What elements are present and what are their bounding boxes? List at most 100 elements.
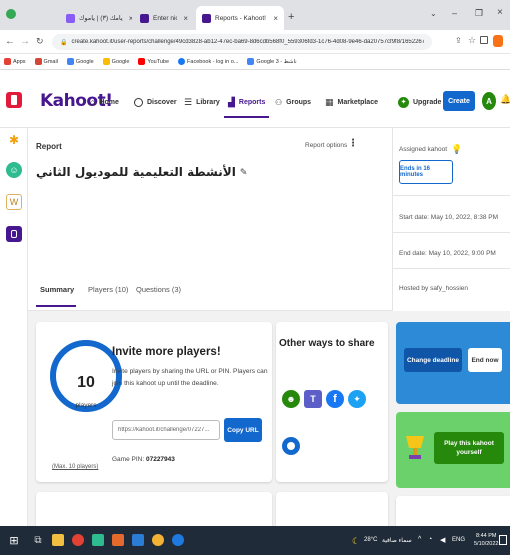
tab-favicon-icon <box>66 13 75 23</box>
lock-icon: 🔒 <box>60 39 68 46</box>
bookmark-apps[interactable]: Apps <box>4 58 26 65</box>
task-view-icon[interactable]: ⧉ <box>32 534 44 546</box>
edit-pencil-icon[interactable]: ✎ <box>240 167 248 178</box>
notification-bell-icon[interactable]: 🔔 <box>500 94 510 105</box>
divider <box>393 232 510 233</box>
maximize-icon[interactable]: ❐ <box>475 8 483 19</box>
windows-start-icon[interactable]: ⊞ <box>8 534 20 547</box>
report-options-kebab-icon[interactable]: ⋮ <box>348 138 358 149</box>
profile-extension-icon[interactable] <box>493 35 503 47</box>
app-icon[interactable] <box>92 534 104 546</box>
keyboard-lang[interactable]: ENG <box>452 537 465 543</box>
home-icon: ⌂ <box>90 97 96 107</box>
reload-icon[interactable]: ↻ <box>36 36 44 47</box>
report-options-label[interactable]: Report options <box>305 142 347 149</box>
nav-discover[interactable]: Discover <box>134 94 177 110</box>
tab-favicon-icon <box>140 13 149 23</box>
summary-card-partial <box>36 492 272 526</box>
kahoot-side-icon[interactable] <box>6 226 22 242</box>
back-icon[interactable]: ← <box>5 36 15 47</box>
bookmark-google-2[interactable]: Google <box>102 58 130 65</box>
app-icon[interactable] <box>112 534 124 546</box>
nav-groups[interactable]: ⚇ Groups <box>275 94 311 110</box>
close-tab-icon[interactable]: × <box>177 14 188 23</box>
bookmark-gmail[interactable]: Gmail <box>34 58 58 65</box>
user-avatar[interactable]: A <box>482 92 496 110</box>
upgrade-link[interactable]: ✦ Upgrade <box>398 94 441 110</box>
chrome-profile-icon[interactable] <box>152 534 164 546</box>
tab-search-icon[interactable]: ⌄ <box>430 9 437 18</box>
play-kahoot-button[interactable]: Play this kahoot yourself <box>434 432 504 464</box>
nav-marketplace-label: Marketplace <box>337 98 378 106</box>
end-now-button[interactable]: End now <box>468 348 502 372</box>
browser-profile-icon[interactable] <box>6 9 16 19</box>
word-icon[interactable] <box>132 534 144 546</box>
facebook-share-icon[interactable]: f <box>326 390 344 408</box>
kahoot-app-icon[interactable] <box>6 92 22 108</box>
file-explorer-icon[interactable] <box>52 534 64 546</box>
browser-tab-active[interactable]: Reports - Kahoot! × <box>196 6 284 30</box>
tab-summary[interactable]: Summary <box>40 285 74 294</box>
bookmark-google[interactable]: Google <box>66 58 94 65</box>
google-classroom-icon[interactable]: ☻ <box>282 390 300 408</box>
bookmark-star-icon[interactable]: ☆ <box>468 35 476 46</box>
edge-icon[interactable] <box>172 534 184 546</box>
bookmark-label: Google <box>111 58 130 65</box>
max-players-link[interactable]: (Max. 10 players) <box>52 464 98 470</box>
close-tab-icon[interactable]: × <box>267 14 278 23</box>
new-tab-icon[interactable]: + <box>288 11 294 23</box>
compass-icon <box>134 97 143 107</box>
lightbulb-icon: 💡 <box>451 144 463 154</box>
weather-temp[interactable]: 28°C <box>364 537 377 543</box>
share-icon[interactable]: ⇪ <box>455 36 462 45</box>
play-card: Play this kahoot yourself <box>396 412 510 488</box>
tab-label: يامك (٣) | ياموك <box>79 15 123 22</box>
nav-reports[interactable]: ▟ Reports <box>228 94 265 110</box>
weather-text: سماء صافية <box>382 538 412 544</box>
game-pin-row: Game PIN: 07227943 <box>112 456 175 463</box>
notifications-icon[interactable] <box>499 535 507 545</box>
bookmark-label: Google ناشط - 3 <box>256 58 297 65</box>
tab-questions[interactable]: Questions (3) <box>136 285 181 294</box>
volume-icon[interactable]: ◀ <box>440 536 445 544</box>
chrome-icon[interactable] <box>72 534 84 546</box>
bookmark-youtube[interactable]: YouTube <box>138 58 169 65</box>
nav-marketplace[interactable]: ▦ Marketplace <box>325 94 378 110</box>
browser-tab[interactable]: يامك (٣) | ياموك × <box>60 6 132 30</box>
close-tab-icon[interactable]: × <box>123 14 132 23</box>
browser-tab[interactable]: Enter nickname - Assignments × <box>134 6 194 30</box>
create-button[interactable]: Create <box>443 91 475 111</box>
game-pin-label: Game PIN: <box>112 456 145 463</box>
nav-reports-label: Reports <box>238 98 266 106</box>
nav-home-label: Home <box>99 98 119 106</box>
clock[interactable]: 8:44 PM 5/10/2022 <box>474 532 498 548</box>
share-url-input[interactable] <box>112 420 220 440</box>
twitter-share-icon[interactable]: ✦ <box>348 390 366 408</box>
bookmark-google-doc[interactable]: Google ناشط - 3 <box>247 58 297 65</box>
tray-chevron-icon[interactable]: ^ <box>418 536 421 543</box>
game-pin-value: 07227943 <box>145 456 175 463</box>
pinwheel-app-icon[interactable]: ✱ <box>6 132 22 148</box>
remind-share-icon[interactable] <box>282 437 300 455</box>
url-field[interactable]: 🔒 create.kahoot.it/user-reports/challeng… <box>52 34 432 50</box>
w-app-icon[interactable]: W <box>6 194 22 210</box>
tab-players[interactable]: Players (10) <box>88 285 128 294</box>
summary-card-partial <box>276 492 388 526</box>
divider <box>393 268 510 269</box>
microsoft-teams-icon[interactable]: T <box>304 390 322 408</box>
chat-app-icon[interactable]: ☺ <box>6 162 22 178</box>
bookmark-label: Google <box>75 58 94 65</box>
facebook-icon <box>178 58 186 65</box>
wifi-icon[interactable]: ◔ <box>428 536 432 543</box>
nav-library[interactable]: ☰ Library <box>184 94 220 110</box>
extension-icon[interactable] <box>480 36 488 44</box>
nav-home[interactable]: ⌂ Home <box>90 94 119 110</box>
minimize-icon[interactable]: – <box>452 8 457 18</box>
gmail-icon <box>34 58 42 65</box>
google-icon <box>66 58 74 65</box>
bookmark-facebook[interactable]: Facebook - log in o... <box>178 58 238 65</box>
close-window-icon[interactable]: × <box>497 7 503 18</box>
forward-icon[interactable]: → <box>20 36 30 47</box>
copy-url-button[interactable]: Copy URL <box>224 418 262 442</box>
change-deadline-button[interactable]: Change deadline <box>404 348 462 372</box>
